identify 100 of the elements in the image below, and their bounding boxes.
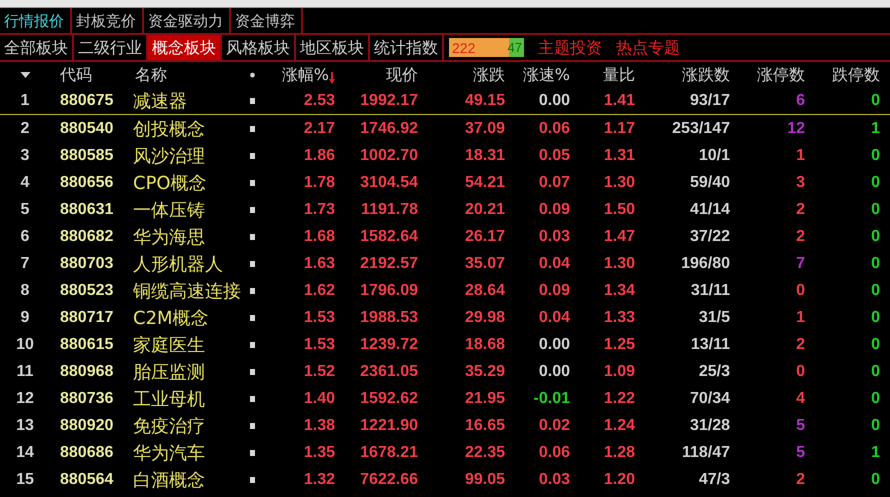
- column-header[interactable]: 涨停数: [730, 64, 805, 86]
- table-cell-text: C2M概念: [132, 306, 210, 330]
- column-header[interactable]: 涨速%: [505, 64, 570, 86]
- table-cell-text: 26.17: [464, 228, 505, 246]
- table-cell-text: 白酒概念: [132, 468, 206, 492]
- table-cell-text: 253/147: [671, 120, 730, 138]
- table-cell-text: 4: [795, 390, 805, 408]
- table-cell-text: 10/1: [698, 146, 730, 164]
- table-cell-text: 1.73: [302, 200, 335, 218]
- marker-icon: [250, 288, 255, 294]
- row-number: 9: [20, 308, 30, 326]
- tab[interactable]: 行情报价: [0, 8, 72, 33]
- column-header[interactable]: 涨跌: [418, 64, 505, 86]
- marker-icon: [250, 206, 255, 212]
- table-cell-text: 1796.09: [359, 282, 418, 300]
- table-cell-text: 0: [870, 254, 880, 272]
- table-row[interactable]: 8 880523 铜缆高速连接 1.62 1796.09 28.64 0.09 1.34 31/11 0 0: [0, 277, 890, 304]
- tab[interactable]: 概念板块: [148, 35, 222, 60]
- table-cell-text: 0.06: [538, 444, 570, 462]
- row-number: 15: [15, 470, 35, 488]
- tab[interactable]: 全部板块: [0, 35, 74, 60]
- table-cell-text: 1746.92: [359, 120, 418, 138]
- table-cell-text: 免疫治疗: [132, 414, 206, 438]
- table-cell-text: 1.68: [302, 228, 335, 246]
- table-cell-text: 0: [870, 228, 880, 246]
- topic-link[interactable]: 主题投资: [538, 35, 602, 60]
- table-cell-text: 0: [870, 362, 880, 380]
- column-header[interactable]: 跌停数: [805, 64, 880, 86]
- table-row[interactable]: 11 880968 胎压监测 1.52 2361.05 35.29 0.00 1.09 25/3 0 0: [0, 358, 890, 385]
- table-cell-text: 31/11: [690, 282, 730, 300]
- topic-link[interactable]: 热点专题: [616, 35, 680, 60]
- table-row[interactable]: 13 880920 免疫治疗 1.38 1221.90 16.65 0.02 1.24 31/28 5 0: [0, 412, 890, 439]
- tab[interactable]: 资金博弈: [231, 8, 303, 33]
- marker-icon: [250, 126, 255, 132]
- marker-icon: [250, 234, 255, 240]
- table-cell-text: 880675: [59, 92, 114, 110]
- table-cell-text: 1.50: [602, 200, 635, 218]
- table-cell-text: 2: [795, 200, 805, 218]
- caret-icon[interactable]: [20, 72, 30, 78]
- table-cell-text: 2361.05: [359, 362, 418, 380]
- column-header[interactable]: 涨跌数: [635, 64, 730, 86]
- table-cell-text: 1002.70: [359, 146, 418, 164]
- table-row[interactable]: 10 880615 家庭医生 1.53 1239.72 18.68 0.00 1.25 13/11 2 0: [0, 331, 890, 358]
- column-header[interactable]: 现价: [335, 64, 418, 86]
- tab[interactable]: 风格板块: [222, 35, 296, 60]
- marker-icon: [250, 98, 255, 104]
- table-cell-text: 880686: [59, 444, 114, 462]
- table-row[interactable]: 6 880682 华为海思 1.68 1582.64 26.17 0.03 1.47 37/22 2 0: [0, 223, 890, 250]
- table-cell-text: 118/47: [680, 444, 730, 462]
- table-cell-text: 93/17: [688, 92, 730, 110]
- table-cell-text: 减速器: [132, 90, 188, 113]
- table-cell-text: 880717: [59, 308, 114, 326]
- table-row[interactable]: 9 880717 C2M概念 1.53 1988.53 29.98 0.04 1.33 31/5 1 0: [0, 304, 890, 331]
- tab[interactable]: 封板竞价: [72, 8, 144, 33]
- table-row[interactable]: 14 880686 华为汽车 1.35 1678.21 22.35 0.06 1.28 118/47 5 1: [0, 439, 890, 466]
- row-number: 4: [20, 174, 30, 192]
- column-header[interactable]: 名称: [128, 64, 245, 86]
- table-row[interactable]: 7 880703 人形机器人 1.63 2192.57 35.07 0.04 1.30 196/80 7 0: [0, 250, 890, 277]
- table-cell-text: 1.35: [302, 444, 335, 462]
- table-cell-text: 28.64: [464, 282, 505, 300]
- tab[interactable]: 资金驱动力: [144, 8, 231, 33]
- table-cell-text: 1: [870, 444, 880, 462]
- table-cell-text: CPO概念: [132, 172, 208, 194]
- table-row[interactable]: 4 880656 CPO概念 1.78 3104.54 54.21 0.07 1.30 59/40 3 0: [0, 169, 890, 196]
- table-cell-text: 0.04: [538, 254, 570, 272]
- table-row[interactable]: 12 880736 工业母机 1.40 1592.62 21.95 -0.01 1.22 70/34 4 0: [0, 385, 890, 412]
- table-row[interactable]: 3 880585 风沙治理 1.86 1002.70 18.31 0.05 1.31 10/1 1 0: [0, 142, 890, 169]
- tab[interactable]: 统计指数: [370, 35, 444, 60]
- column-header[interactable]: 量比: [570, 64, 635, 86]
- table-cell-text: 1.52: [302, 362, 335, 380]
- table-cell-text: 99.05: [464, 470, 505, 488]
- table-cell-text: 1.40: [302, 390, 335, 408]
- table-cell-text: 16.65: [464, 416, 505, 434]
- table-row[interactable]: 5 880631 一体压铸 1.73 1191.78 20.21 0.09 1.50 41/14 2 0: [0, 196, 890, 223]
- tab[interactable]: 地区板块: [296, 35, 370, 60]
- table-cell-text: 12: [786, 120, 805, 138]
- marker-icon: [250, 368, 255, 374]
- table-cell-text: 1.09: [602, 362, 635, 380]
- table-cell-text: 0.03: [538, 228, 570, 246]
- table-cell-text: 风沙治理: [132, 144, 206, 168]
- table-cell-text: 20.21: [464, 200, 505, 218]
- table-cell-text: 21.95: [464, 390, 505, 408]
- column-header[interactable]: 代码: [50, 64, 128, 86]
- column-header[interactable]: •: [245, 66, 260, 84]
- table-cell-text: 1.38: [302, 416, 335, 434]
- table-row[interactable]: 15 880564 白酒概念 1.32 7622.66 99.05 0.03 1.20 47/3 2 0: [0, 466, 890, 493]
- table-cell-text: 880523: [59, 282, 114, 300]
- table-cell-text: 29.98: [464, 308, 505, 326]
- table-cell-text: 5: [795, 444, 805, 462]
- row-number: 5: [20, 200, 30, 218]
- table-cell-text: 880703: [59, 254, 114, 272]
- table-cell-text: 70/34: [688, 390, 730, 408]
- marker-icon: [250, 342, 255, 348]
- table-cell-text: 0.03: [538, 470, 570, 488]
- table-cell-text: 1992.17: [359, 92, 418, 110]
- table-row[interactable]: 2 880540 创投概念 2.17 1746.92 37.09 0.06 1.17 253/147 12 1: [0, 115, 890, 142]
- table-cell-text: 1.63: [302, 254, 335, 272]
- column-header[interactable]: 涨幅%: [282, 64, 329, 86]
- table-cell-text: 37/22: [688, 228, 730, 246]
- table-cell-text: 6: [795, 92, 805, 110]
